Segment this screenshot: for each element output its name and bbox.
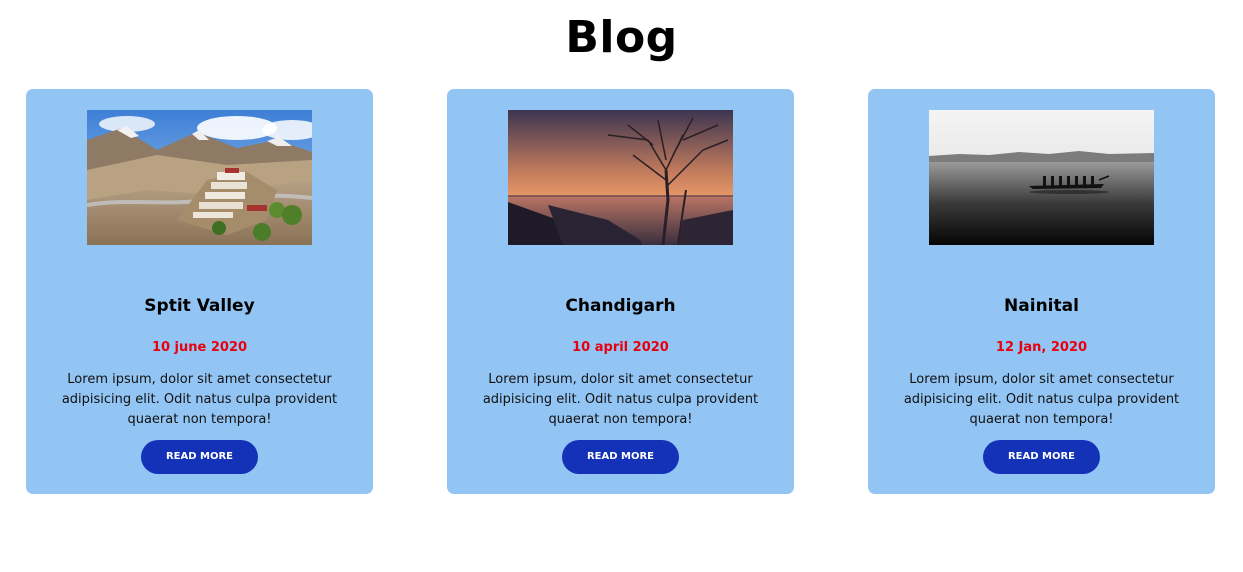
sunset-lake-tree-photo [508,110,733,245]
card-date: 10 june 2020 [151,340,248,355]
card-excerpt: Lorem ipsum, dolor sit amet consectetur … [61,372,338,427]
card-title: Sptit Valley [144,296,255,316]
blog-card: Nainital 12 Jan, 2020 Lorem ipsum, dolor… [868,89,1215,494]
read-more-button[interactable]: READ MORE [983,440,1100,474]
rowing-boat-lake-photo [929,110,1154,245]
read-more-button[interactable]: READ MORE [141,440,258,474]
read-more-button[interactable]: READ MORE [562,440,679,474]
card-date: 10 april 2020 [572,340,669,355]
blog-page: Blog Sptit Valley 10 june 2020 Lorem ips… [0,0,1243,572]
card-excerpt: Lorem ipsum, dolor sit amet consectetur … [903,372,1180,427]
blog-card: Sptit Valley 10 june 2020 Lorem ipsum, d… [26,89,373,494]
card-title: Chandigarh [565,296,676,316]
card-date: 12 Jan, 2020 [995,340,1088,355]
card-excerpt: Lorem ipsum, dolor sit amet consectetur … [482,372,759,427]
page-title: Blog [565,12,678,63]
blog-card: Chandigarh 10 april 2020 Lorem ipsum, do… [447,89,794,494]
mountain-monastery-photo [87,110,312,245]
card-title: Nainital [1004,296,1079,316]
